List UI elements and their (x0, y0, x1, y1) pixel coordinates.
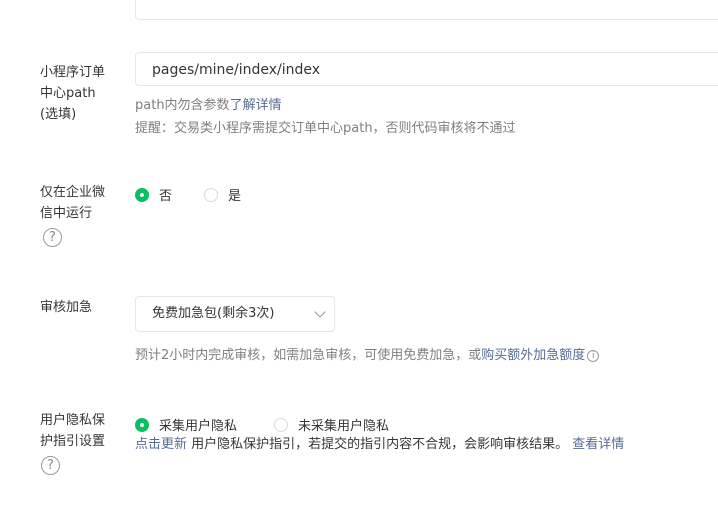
radio-no-collect-privacy[interactable]: 未采集用户隐私 (274, 415, 389, 434)
order-center-path-input[interactable]: pages/mine/index/index (135, 52, 718, 86)
enterprise-wechat-label: 仅在企业微 信中运行 (40, 185, 106, 221)
learn-more-link[interactable]: 了解详情 (230, 98, 282, 113)
buy-extra-quota-link[interactable]: 购买额外加急额度 (481, 348, 585, 363)
top-textarea[interactable]: 0/ (135, 0, 718, 20)
chevron-down-icon (314, 306, 326, 318)
radio-checked-icon (135, 417, 149, 432)
help-icon[interactable]: ? (41, 456, 60, 475)
view-details-link[interactable]: 查看详情 (572, 437, 624, 452)
privacy-guide-label: 用户隐私保 护指引设置 (40, 413, 106, 449)
help-icon[interactable]: ? (43, 228, 62, 247)
privacy-hint: 点击更新 用户隐私保护指引，若提交的指引内容不合规，会影响审核结果。 查看详情 (135, 437, 625, 452)
radio-collect-privacy[interactable]: 采集用户隐私 (135, 415, 237, 434)
speedup-hint: 预计2小时内完成审核，如需加急审核，可使用免费加急，或购买额外加急额度 i (135, 346, 600, 366)
radio-unchecked-icon (274, 417, 288, 432)
order-center-label: 小程序订单 中心path (选填) (40, 65, 106, 122)
radio-enterprise-yes[interactable]: 是 (204, 185, 241, 204)
path-reminder: 提醒：交易类小程序需提交订单中心path，否则代码审核将不通过 (135, 121, 516, 136)
update-privacy-link[interactable]: 点击更新 (135, 437, 187, 452)
select-value: 免费加急包(剩余3次) (152, 306, 275, 321)
info-icon[interactable]: i (587, 349, 600, 362)
review-speedup-label: 审核加急 (40, 300, 93, 315)
speedup-package-select[interactable]: 免费加急包(剩余3次) (135, 296, 335, 332)
path-hint: path内勿含参数了解详情 (135, 98, 282, 113)
radio-enterprise-no[interactable]: 否 (135, 185, 172, 204)
radio-unchecked-icon (204, 187, 218, 202)
radio-checked-icon (135, 187, 149, 202)
